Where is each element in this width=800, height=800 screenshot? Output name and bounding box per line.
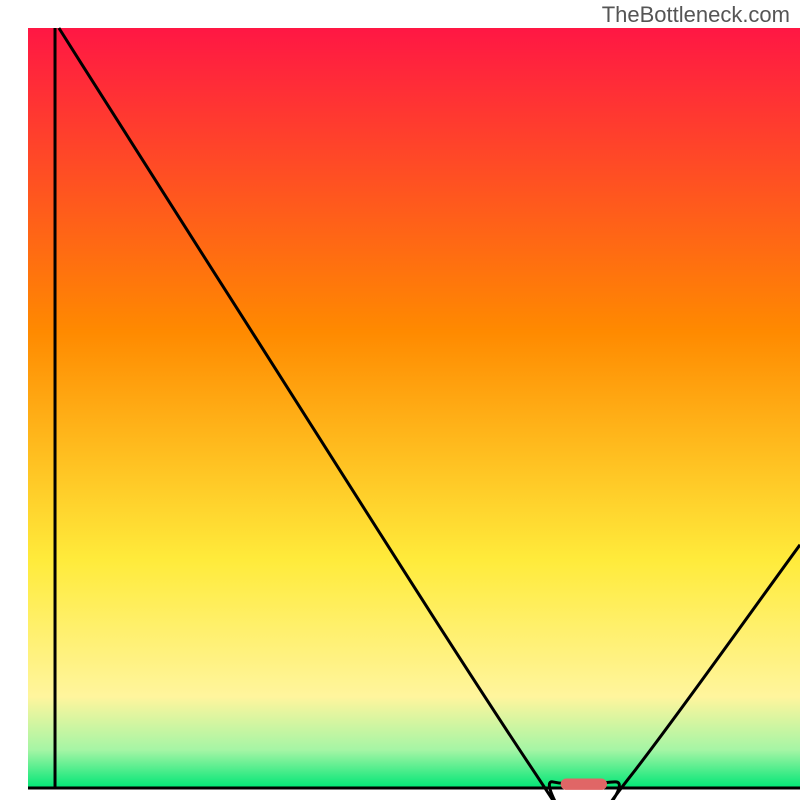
plot-area (28, 28, 800, 800)
chart-container: TheBottleneck.com (0, 0, 800, 800)
gradient-background (28, 28, 800, 788)
chart-svg (0, 0, 800, 800)
watermark-text: TheBottleneck.com (602, 2, 790, 28)
optimal-marker (561, 779, 607, 790)
